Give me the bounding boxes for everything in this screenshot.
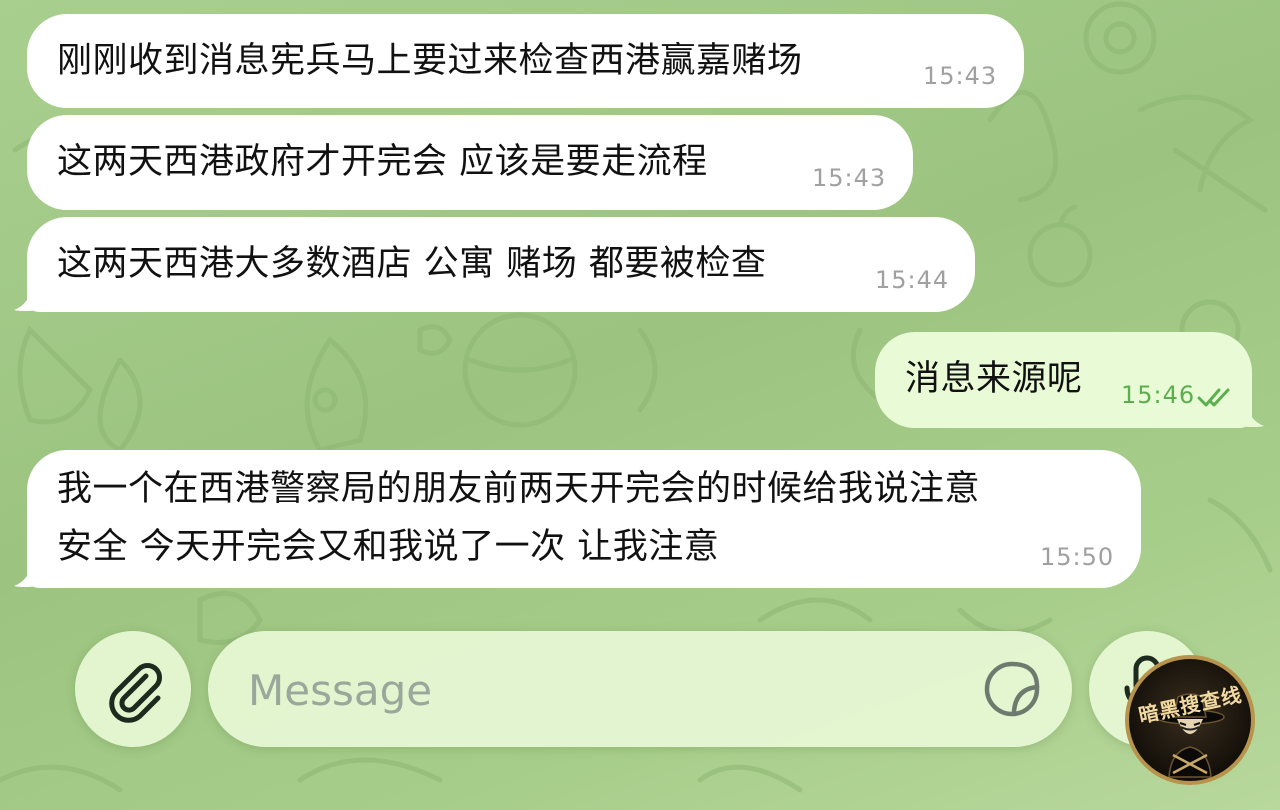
message-bubble-incoming[interactable]: 刚刚收到消息宪兵马上要过来检查西港赢嘉赌场 15:43 <box>27 14 1024 108</box>
message-text: 我一个在西港警察局的朋友前两天开完会的时候给我说注意 安全 今天开完会又和我说了… <box>57 469 981 567</box>
message-text: 消息来源呢 <box>905 359 1083 399</box>
message-text: 刚刚收到消息宪兵马上要过来检查西港赢嘉赌场 <box>57 41 803 81</box>
bubble-tail <box>14 560 40 587</box>
message-text: 这两天西港大多数酒店 公寓 赌场 都要被检查 <box>57 244 767 284</box>
message-bubble-incoming[interactable]: 这两天西港政府才开完会 应该是要走流程 15:43 <box>27 115 913 210</box>
double-check-read-icon <box>1197 388 1230 407</box>
message-text: 这两天西港政府才开完会 应该是要走流程 <box>57 142 708 182</box>
message-timestamp: 15:44 <box>875 266 950 294</box>
watermark-logo: 暗黑搜查线 <box>1125 655 1255 785</box>
message-timestamp: 15:43 <box>812 164 887 192</box>
message-bubble-outgoing[interactable]: 消息来源呢 15:46 <box>875 332 1252 428</box>
message-bubble-incoming[interactable]: 这两天西港大多数酒店 公寓 赌场 都要被检查 15:44 <box>27 217 975 312</box>
attach-button[interactable] <box>75 631 191 747</box>
paperclip-icon <box>109 663 162 723</box>
message-timestamp: 15:43 <box>923 62 998 90</box>
sticker-icon[interactable] <box>982 659 1042 719</box>
message-bubble-incoming[interactable]: 我一个在西港警察局的朋友前两天开完会的时候给我说注意 安全 今天开完会又和我说了… <box>27 450 1141 588</box>
message-timestamp: 15:46 <box>1121 381 1196 409</box>
bubble-tail <box>14 284 40 311</box>
message-composer[interactable] <box>208 631 1072 747</box>
bubble-tail <box>1238 400 1264 427</box>
message-input[interactable] <box>246 659 930 721</box>
message-timestamp: 15:50 <box>1040 543 1115 571</box>
